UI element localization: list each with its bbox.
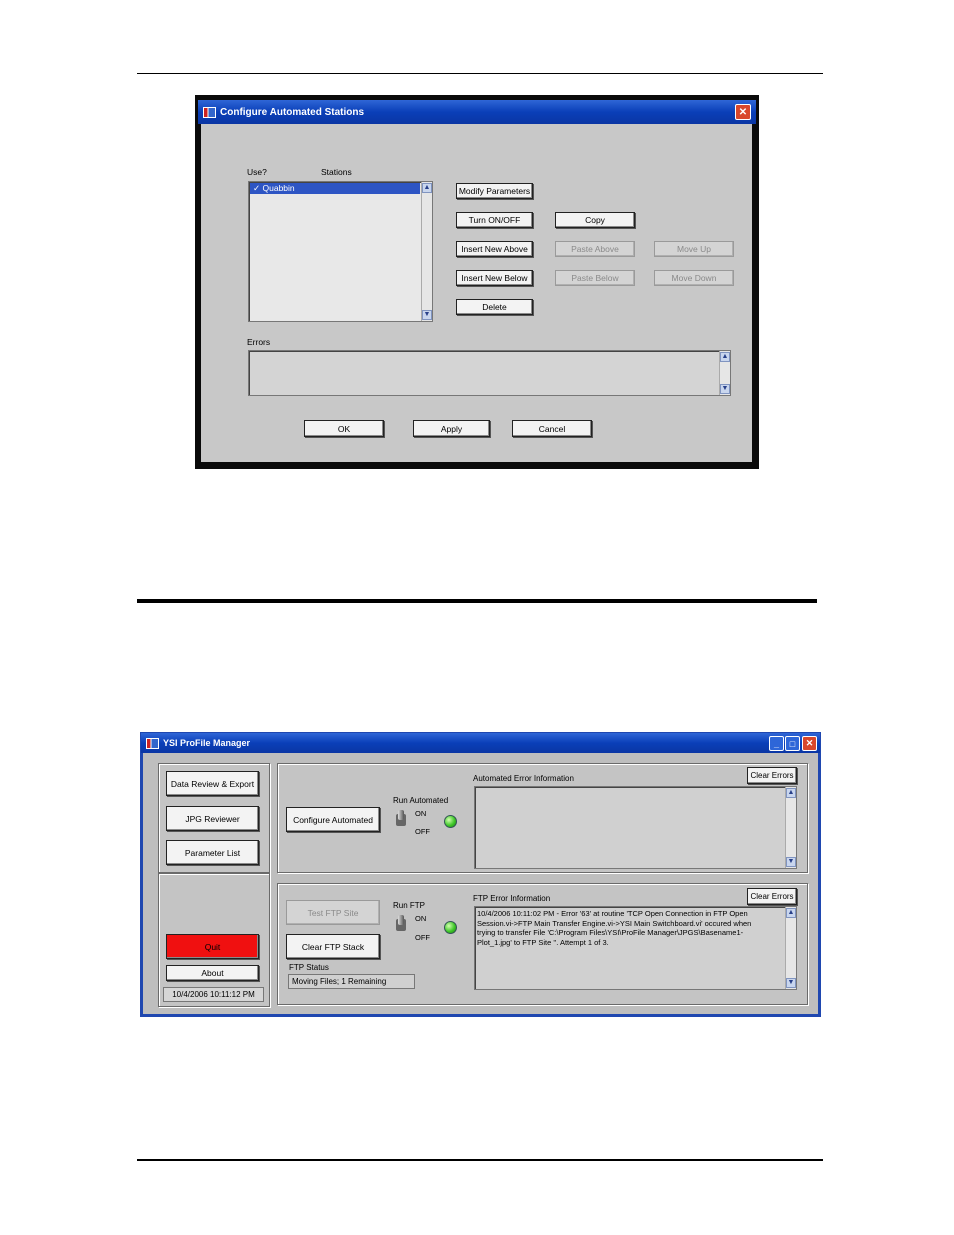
automated-error-label: Automated Error Information <box>473 774 574 783</box>
stations-listbox[interactable]: ✓ Quabbin ▲ ▼ <box>248 181 433 322</box>
errors-scrollbar[interactable]: ▲ ▼ <box>719 351 730 395</box>
scroll-up-icon[interactable]: ▲ <box>786 908 796 918</box>
list-item[interactable]: ✓ Quabbin <box>250 183 420 194</box>
ftp-error-line: Plot_1.jpg' to FTP Site ''. Attempt 1 of… <box>477 937 609 947</box>
clear-ftp-stack-button[interactable]: Clear FTP Stack <box>286 934 380 959</box>
scroll-down-icon[interactable]: ▼ <box>720 384 730 394</box>
scroll-down-icon[interactable]: ▼ <box>422 310 432 320</box>
scroll-up-icon[interactable]: ▲ <box>786 788 796 798</box>
errors-box[interactable]: ▲ ▼ <box>248 350 731 396</box>
ftp-off-label: OFF <box>415 933 430 942</box>
move-down-button[interactable]: Move Down <box>654 270 734 286</box>
minimize-icon[interactable]: _ <box>769 736 784 751</box>
close-icon[interactable]: ✕ <box>802 736 817 751</box>
bottom-rule <box>137 1159 823 1161</box>
use-column-label: Use? <box>247 167 267 177</box>
maximize-icon[interactable]: □ <box>785 736 800 751</box>
run-automated-switch[interactable] <box>395 810 407 828</box>
ftp-status-led <box>444 921 457 934</box>
automated-clear-errors-button[interactable]: Clear Errors <box>747 767 797 784</box>
run-ftp-label: Run FTP <box>393 901 426 910</box>
scroll-up-icon[interactable]: ▲ <box>422 183 432 193</box>
configure-automated-button[interactable]: Configure Automated <box>286 807 380 832</box>
delete-button[interactable]: Delete <box>456 299 533 315</box>
section-rule <box>137 599 817 603</box>
ftp-status-display: Moving Files; 1 Remaining <box>288 974 415 989</box>
ok-button[interactable]: OK <box>304 420 384 437</box>
app-icon <box>203 106 216 118</box>
config-dialog-title: Configure Automated Stations <box>220 106 365 118</box>
automated-error-scrollbar[interactable]: ▲ ▼ <box>785 787 796 868</box>
about-button[interactable]: About <box>166 965 259 981</box>
checkmark-icon: ✓ <box>253 183 261 193</box>
scroll-up-icon[interactable]: ▲ <box>720 352 730 362</box>
config-dialog-titlebar: Configure Automated Stations <box>198 100 756 124</box>
run-automated-label: Run Automated <box>393 796 449 805</box>
errors-label: Errors <box>247 337 271 347</box>
parameter-list-button[interactable]: Parameter List <box>166 840 259 865</box>
modify-parameters-button[interactable]: Modify Parameters <box>456 183 533 199</box>
automated-off-label: OFF <box>415 827 430 836</box>
ftp-error-line: 10/4/2006 10:11:02 PM - Error '63' at ro… <box>477 909 748 918</box>
jpg-reviewer-button[interactable]: JPG Reviewer <box>166 806 259 831</box>
test-ftp-site-button[interactable]: Test FTP Site <box>286 900 380 925</box>
cancel-button[interactable]: Cancel <box>512 420 592 437</box>
ftp-on-label: ON <box>415 914 427 923</box>
automated-error-box[interactable]: ▲ ▼ <box>474 786 797 869</box>
automated-on-label: ON <box>415 809 427 818</box>
apply-button[interactable]: Apply <box>413 420 490 437</box>
ftp-error-label: FTP Error Information <box>473 894 551 903</box>
copy-button[interactable]: Copy <box>555 212 635 228</box>
scroll-down-icon[interactable]: ▼ <box>786 857 796 867</box>
manager-titlebar: YSI ProFile Manager <box>141 733 820 753</box>
ftp-status-label: FTP Status <box>289 963 329 972</box>
ftp-error-line: trying to transfer File 'C:\Program File… <box>477 928 744 938</box>
ftp-clear-errors-button[interactable]: Clear Errors <box>747 888 797 905</box>
station-name: Quabbin <box>262 183 295 193</box>
paste-above-button[interactable]: Paste Above <box>555 241 635 257</box>
move-up-button[interactable]: Move Up <box>654 241 734 257</box>
manager-title: YSI ProFile Manager <box>163 738 251 748</box>
top-rule <box>137 73 823 74</box>
insert-new-below-button[interactable]: Insert New Below <box>456 270 533 286</box>
data-review-export-button[interactable]: Data Review & Export <box>166 771 259 796</box>
ftp-error-text: 10/4/2006 10:11:02 PM - Error '63' at ro… <box>477 909 782 947</box>
scroll-down-icon[interactable]: ▼ <box>786 978 796 988</box>
stations-scrollbar[interactable]: ▲ ▼ <box>421 182 432 321</box>
paste-below-button[interactable]: Paste Below <box>555 270 635 286</box>
turn-on-off-button[interactable]: Turn ON/OFF <box>456 212 533 228</box>
insert-new-above-button[interactable]: Insert New Above <box>456 241 533 257</box>
ftp-error-box[interactable]: 10/4/2006 10:11:02 PM - Error '63' at ro… <box>474 906 797 990</box>
stations-column-label: Stations <box>321 167 352 177</box>
ftp-error-scrollbar[interactable]: ▲ ▼ <box>785 907 796 989</box>
datetime-display: 10/4/2006 10:11:12 PM <box>163 987 264 1002</box>
close-icon[interactable]: ✕ <box>735 104 751 120</box>
run-ftp-switch[interactable] <box>395 915 407 933</box>
ftp-error-line: Session.vi->FTP Main Transfer Engine.vi-… <box>477 918 752 928</box>
quit-button[interactable]: Quit <box>166 934 259 959</box>
app-icon <box>146 737 159 749</box>
automated-status-led <box>444 815 457 828</box>
